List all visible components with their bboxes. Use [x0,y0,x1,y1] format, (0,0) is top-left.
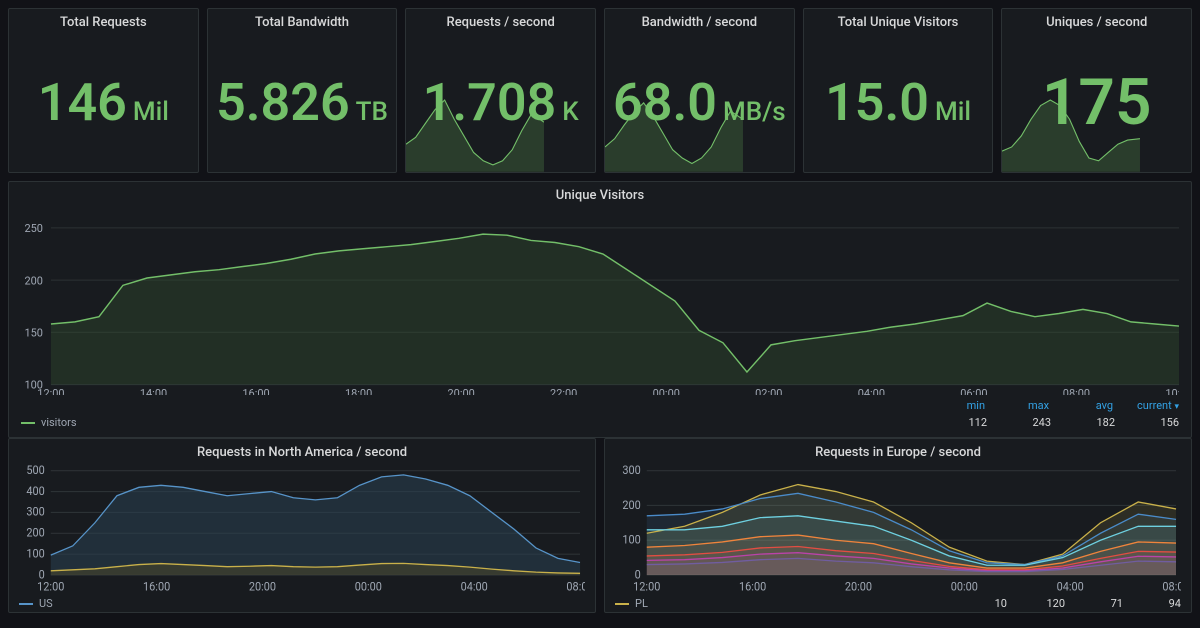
panel-na-requests[interactable]: Requests in North America / second 01002… [8,438,596,613]
svg-text:200: 200 [24,274,42,287]
svg-text:400: 400 [26,483,44,498]
stat-row: Total Requests 146Mil Total Bandwidth 5.… [8,8,1192,173]
stat-requests-per-sec[interactable]: Requests / second 1.708K [405,8,596,173]
legend: min max avg current ▾ [21,395,1179,416]
chart-area: 0100200300400500 12:0016:0020:0000:0004:… [19,464,585,595]
svg-text:06:00: 06:00 [960,387,987,395]
stat-total-requests[interactable]: Total Requests 146Mil [8,8,199,173]
svg-text:00:00: 00:00 [355,579,382,594]
svg-text:12:00: 12:00 [37,387,64,395]
svg-text:18:00: 18:00 [345,387,372,395]
legend-row: PL 10 120 71 94 [615,595,1181,610]
svg-text:04:00: 04:00 [858,387,885,395]
legend-label[interactable]: US [39,597,53,610]
svg-text:00:00: 00:00 [653,387,680,395]
panel-title: Total Unique Visitors [804,9,993,34]
svg-text:22:00: 22:00 [550,387,577,395]
legend-swatch [21,422,35,424]
svg-text:16:00: 16:00 [739,579,766,594]
legend-swatch [19,603,33,605]
legend-swatch [615,603,629,605]
svg-text:200: 200 [26,525,44,540]
panel-eu-requests[interactable]: Requests in Europe / second 0100200300 1… [604,438,1192,613]
svg-text:150: 150 [24,326,42,339]
svg-text:16:00: 16:00 [242,387,269,395]
svg-text:16:00: 16:00 [143,579,170,594]
panel-title: Uniques / second [1002,9,1191,34]
svg-text:12:00: 12:00 [633,579,660,594]
svg-text:100: 100 [26,546,44,561]
panel-title: Total Bandwidth [208,9,397,34]
legend-current[interactable]: current ▾ [1137,399,1179,412]
chart-area: 0100200300 12:0016:0020:0000:0004:0008:0… [615,464,1181,595]
stat-bandwidth-per-sec[interactable]: Bandwidth / second 68.0MB/s [604,8,795,173]
chevron-down-icon: ▾ [1174,402,1179,412]
svg-text:20:00: 20:00 [447,387,474,395]
svg-text:00:00: 00:00 [951,579,978,594]
chart-area: 100 150 200 250 12:0014:0016:0018:0020:0… [21,207,1179,395]
stat-total-uniques[interactable]: Total Unique Visitors 15.0Mil [803,8,994,173]
panel-title: Bandwidth / second [605,9,794,34]
legend-label[interactable]: visitors [41,416,77,429]
panel-title: Requests in Europe / second [615,439,1181,464]
svg-text:12:00: 12:00 [37,579,64,594]
panel-title: Unique Visitors [21,182,1179,207]
svg-text:08:00: 08:00 [1162,579,1181,594]
svg-text:100: 100 [622,532,640,547]
svg-text:20:00: 20:00 [845,579,872,594]
svg-text:04:00: 04:00 [1057,579,1084,594]
panel-title: Requests in North America / second [19,439,585,464]
stat-total-bandwidth[interactable]: Total Bandwidth 5.826TB [207,8,398,173]
svg-text:10:00: 10:00 [1165,387,1179,395]
svg-text:20:00: 20:00 [249,579,276,594]
svg-text:500: 500 [26,464,44,477]
stat-uniques-per-sec[interactable]: Uniques / second 175 [1001,8,1192,173]
svg-text:08:00: 08:00 [1063,387,1090,395]
panel-title: Total Requests [9,9,198,34]
panel-title: Requests / second [406,9,595,34]
svg-text:14:00: 14:00 [140,387,167,395]
svg-text:04:00: 04:00 [461,579,488,594]
svg-text:200: 200 [622,497,640,512]
legend-label[interactable]: PL [635,597,648,610]
legend-row: visitors 112 243 182 156 [21,416,1179,433]
svg-text:08:00: 08:00 [566,579,585,594]
svg-text:300: 300 [26,504,44,519]
svg-text:300: 300 [622,464,640,477]
legend-row: US [19,595,585,610]
panel-unique-visitors[interactable]: Unique Visitors 100 150 200 250 12:0014:… [8,181,1192,438]
svg-text:250: 250 [24,222,42,235]
svg-text:02:00: 02:00 [755,387,782,395]
